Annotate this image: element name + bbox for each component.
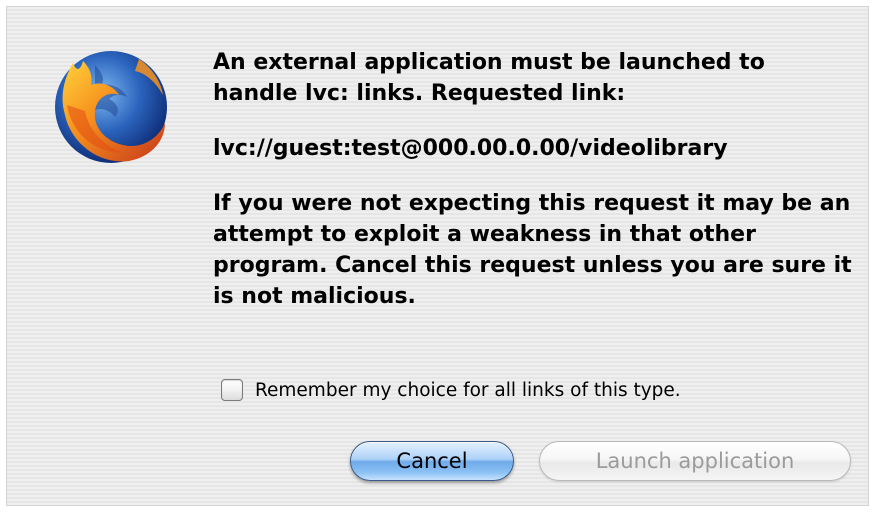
remember-choice-checkbox[interactable] xyxy=(221,379,243,401)
requested-link: lvc://guest:test@000.00.0.00/videolibrar… xyxy=(213,136,728,161)
security-warning: If you were not expecting this request i… xyxy=(213,191,852,309)
dialog-message-area: An external application must be launched… xyxy=(213,47,853,312)
launch-application-button[interactable]: Launch application xyxy=(539,441,851,481)
cancel-button-label: Cancel xyxy=(396,449,468,473)
cancel-button[interactable]: Cancel xyxy=(350,441,514,481)
firefox-logo-icon xyxy=(55,51,167,163)
remember-choice-row[interactable]: Remember my choice for all links of this… xyxy=(221,375,681,405)
remember-choice-label[interactable]: Remember my choice for all links of this… xyxy=(255,380,681,401)
external-protocol-dialog: An external application must be launched… xyxy=(6,6,869,506)
launch-application-label: Launch application xyxy=(595,449,795,473)
message-intro: An external application must be launched… xyxy=(213,50,765,106)
